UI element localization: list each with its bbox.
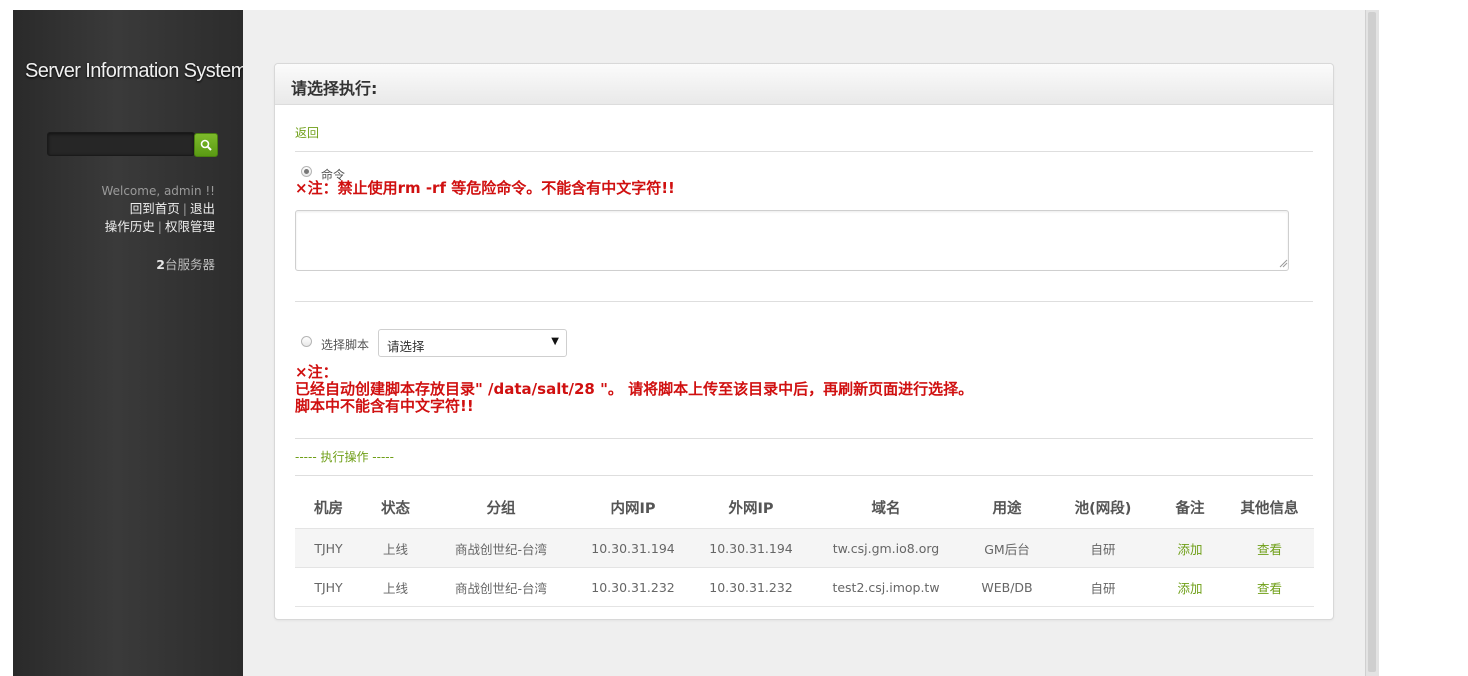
column-header-group: 分组 [429, 486, 573, 529]
page-title: 请选择执行: [291, 79, 378, 98]
column-header-pool: 池(网段) [1051, 486, 1155, 529]
permissions-link[interactable]: 权限管理 [165, 219, 215, 234]
column-header-usage: 用途 [963, 486, 1051, 529]
server-count-suffix: 台服务器 [164, 257, 215, 272]
cell-pool: 自研 [1051, 567, 1155, 607]
script-warning-title: ×注： [295, 363, 338, 381]
vertical-scrollbar[interactable] [1365, 10, 1379, 676]
server-table: 机房 状态 分组 内网IP 外网IP 域名 用途 池(网段) 备注 其他信息 T… [295, 486, 1314, 607]
column-header-internal-ip: 内网IP [573, 486, 693, 529]
cell-usage: WEB/DB [963, 567, 1051, 607]
resize-grip-icon[interactable] [1279, 259, 1288, 268]
sidebar-links: 回到首页 | 退出 操作历史 | 权限管理 [105, 200, 215, 236]
command-warning: ×注：禁止使用rm -rf 等危险命令。不能含有中文字符!! [295, 179, 675, 197]
add-note-link[interactable]: 添加 [1177, 581, 1202, 596]
cell-note: 添加 [1155, 528, 1225, 568]
column-header-note: 备注 [1155, 486, 1225, 529]
table-header-row: 机房 状态 分组 内网IP 外网IP 域名 用途 池(网段) 备注 其他信息 [295, 486, 1314, 529]
cell-usage: GM后台 [963, 528, 1051, 568]
cell-info: 查看 [1225, 567, 1314, 607]
command-radio[interactable] [301, 166, 312, 177]
cell-internal-ip: 10.30.31.232 [573, 567, 693, 607]
separator: | [182, 201, 187, 216]
script-warning-chinese: 脚本中不能含有中文字符!! [295, 397, 474, 415]
cell-group: 商战创世纪-台湾 [429, 567, 573, 607]
divider [295, 438, 1313, 439]
back-link[interactable]: 返回 [295, 124, 319, 141]
search-input[interactable] [47, 132, 195, 156]
view-info-link[interactable]: 查看 [1257, 581, 1282, 596]
view-info-link[interactable]: 查看 [1257, 542, 1282, 557]
table-row: TJHY 上线 商战创世纪-台湾 10.30.31.232 10.30.31.2… [295, 567, 1314, 607]
cell-room: TJHY [295, 528, 362, 568]
execute-panel: 请选择执行: 返回 命令 ×注：禁止使用rm -rf 等危险命令。不能含有中文字… [274, 63, 1334, 620]
script-select-value: 请选择 [387, 339, 425, 354]
column-header-domain: 域名 [809, 486, 963, 529]
home-link[interactable]: 回到首页 [130, 201, 180, 216]
column-header-external-ip: 外网IP [693, 486, 809, 529]
server-count-number: 2 [156, 257, 165, 272]
command-textarea[interactable] [295, 210, 1289, 271]
column-header-info: 其他信息 [1225, 486, 1314, 529]
add-note-link[interactable]: 添加 [1177, 542, 1202, 557]
cell-info: 查看 [1225, 528, 1314, 568]
search-button[interactable] [194, 133, 218, 157]
sidebar: Server Information System Welcome, admin… [13, 10, 247, 676]
cell-status: 上线 [362, 528, 429, 568]
main-content: 请选择执行: 返回 命令 ×注：禁止使用rm -rf 等危险命令。不能含有中文字… [243, 10, 1365, 676]
column-header-status: 状态 [362, 486, 429, 529]
script-select[interactable]: 请选择 ▼ [378, 329, 567, 357]
divider [295, 475, 1313, 476]
divider [295, 301, 1313, 302]
history-link[interactable]: 操作历史 [105, 219, 155, 234]
separator: | [157, 219, 162, 234]
dropdown-arrow-icon: ▼ [551, 336, 559, 347]
app-title: Server Information System [25, 60, 247, 82]
cell-external-ip: 10.30.31.232 [693, 567, 809, 607]
logout-link[interactable]: 退出 [190, 201, 215, 216]
cell-internal-ip: 10.30.31.194 [573, 528, 693, 568]
script-radio-label: 选择脚本 [321, 338, 370, 352]
search-icon [200, 139, 212, 151]
column-header-room: 机房 [295, 486, 362, 529]
scrollbar-thumb[interactable] [1368, 12, 1376, 672]
divider [295, 151, 1313, 152]
panel-header: 请选择执行: [275, 64, 1333, 105]
script-warning-directory: 已经自动创建脚本存放目录" /data/salt/28 "。 请将脚本上传至该目… [295, 380, 974, 398]
cell-pool: 自研 [1051, 528, 1155, 568]
cell-domain: tw.csj.gm.io8.org [809, 528, 963, 568]
server-count: 2台服务器 [156, 254, 215, 273]
section-label: ----- 执行操作 ----- [295, 450, 394, 464]
welcome-text: Welcome, admin !! [101, 184, 215, 198]
cell-note: 添加 [1155, 567, 1225, 607]
cell-status: 上线 [362, 567, 429, 607]
cell-domain: test2.csj.imop.tw [809, 567, 963, 607]
cell-room: TJHY [295, 567, 362, 607]
script-radio[interactable] [301, 336, 312, 347]
cell-group: 商战创世纪-台湾 [429, 528, 573, 568]
table-row: TJHY 上线 商战创世纪-台湾 10.30.31.194 10.30.31.1… [295, 528, 1314, 568]
cell-external-ip: 10.30.31.194 [693, 528, 809, 568]
